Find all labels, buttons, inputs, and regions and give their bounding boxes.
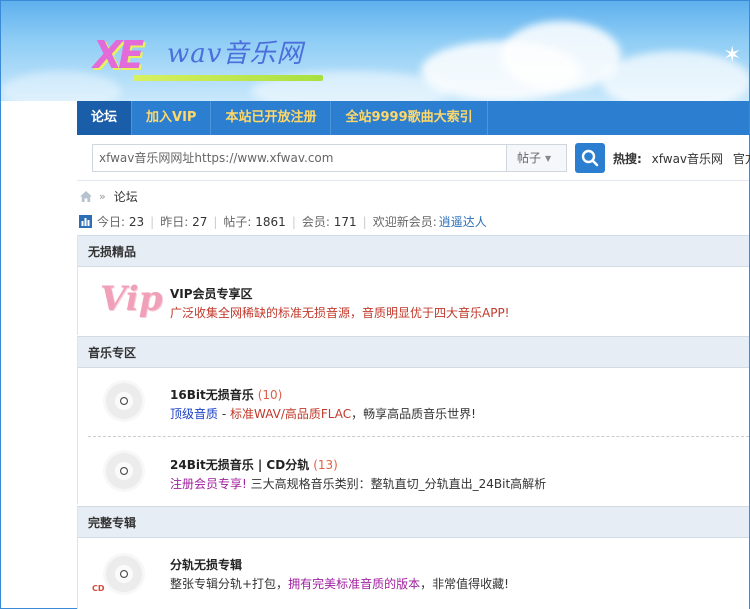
forum-title[interactable]: 16Bit无损音乐 (10) [170,386,282,403]
search-bar: xfwav音乐网网址https://www.xfwav.com 帖子 ▼ 热搜: … [77,135,750,181]
stat-today: 23 [128,214,145,229]
forum-description: 广泛收集全网稀缺的标准无损音源，音质明显优于四大音乐APP! [170,306,510,320]
new-member-link[interactable]: 逍遥达人 [439,213,487,230]
search-icon [581,149,599,167]
stat-members: 171 [333,214,357,229]
forum-title[interactable]: VIP会员专享区 [170,285,253,302]
section-title[interactable]: 音乐专区 [78,336,749,368]
cd-disc-icon[interactable] [103,380,145,422]
breadcrumb: » 论坛 [79,188,138,204]
nav-item-join-vip[interactable]: 加入VIP [132,101,212,135]
home-icon[interactable] [79,190,93,203]
thread-count: (10) [257,388,283,402]
forum-row: Vip VIP会员专享区 广泛收集全网稀缺的标准无损音源，音质明显优于四大音乐A… [78,267,749,335]
star-icon: ✶ [723,43,742,68]
chevron-down-icon: ▼ [545,153,552,163]
cd-album-icon[interactable]: CD [92,548,156,598]
forum-row: CD 分轨无损专辑 整张专辑分轨+打包，拥有完美标准音质的版本，非常值得收藏! [78,538,749,609]
thread-count: (13) [313,458,338,472]
search-input[interactable]: xfwav音乐网网址https://www.xfwav.com [92,144,506,172]
section-title[interactable]: 无损精品 [78,235,749,267]
search-type-select[interactable]: 帖子 ▼ [506,144,567,172]
section-full-albums: 完整专辑 CD 分轨无损专辑 整张专辑分轨+打包，拥有完美标准音质的版本，非常值… [77,506,749,609]
search-button[interactable] [575,143,605,173]
forum-description: 整张专辑分轨+打包，拥有完美标准音质的版本，非常值得收藏! [170,577,509,591]
forum-row: 24Bit无损音乐 | CD分轨 (13) 注册会员专享! 三大高规格音乐类别：整… [78,436,749,504]
breadcrumb-current[interactable]: 论坛 [114,188,138,205]
hot-search: 热搜: xfwav音乐网 官方 [613,150,750,167]
hot-search-link[interactable]: 官方 [733,152,750,166]
forum-description: 注册会员专享! 三大高规格音乐类别：整轨直切_分轨直出_24Bit高解析 [170,477,547,491]
forum-title[interactable]: 分轨无损专辑 [170,556,242,573]
forum-row: 16Bit无损音乐 (10) 顶级音质 - 标准WAV/高品质FLAC，畅享高品质… [78,368,749,436]
main-nav: 论坛 加入VIP 本站已开放注册 全站9999歌曲大索引 [77,101,749,135]
nav-item-forum[interactable]: 论坛 [77,101,133,135]
site-header: ✶ XE wav音乐网 [1,1,749,101]
vip-icon[interactable]: Vip [100,279,162,321]
stat-yesterday: 27 [192,214,208,229]
section-music: 音乐专区 16Bit无损音乐 (10) 顶级音质 - 标准WAV/高品质FLAC，… [77,336,749,504]
hot-search-label: 热搜: [613,152,642,166]
cd-disc-icon[interactable] [103,450,145,492]
site-logo[interactable]: XE wav音乐网 [93,31,333,87]
logo-text: wav音乐网 [167,39,304,69]
section-title[interactable]: 完整专辑 [78,506,749,538]
nav-item-song-index[interactable]: 全站9999歌曲大索引 [331,101,488,135]
forum-title[interactable]: 24Bit无损音乐 | CD分轨 (13) [170,456,338,473]
forum-description: 顶级音质 - 标准WAV/高品质FLAC，畅享高品质音乐世界! [170,407,476,421]
hot-search-link[interactable]: xfwav音乐网 [652,152,723,166]
search-type-label: 帖子 [517,151,542,165]
forum-stats: 今日: 23 | 昨日: 27 | 帖子: 1861 | 会员: 171 | 欢… [79,213,487,230]
breadcrumb-separator: » [99,189,106,203]
stats-chart-icon [79,215,92,228]
section-lossless-premium: 无损精品 Vip VIP会员专享区 广泛收集全网稀缺的标准无损音源，音质明显优于… [77,235,749,335]
stat-posts: 1861 [255,214,286,229]
nav-item-registration[interactable]: 本站已开放注册 [211,101,332,135]
logo-mark: XE [93,33,144,77]
